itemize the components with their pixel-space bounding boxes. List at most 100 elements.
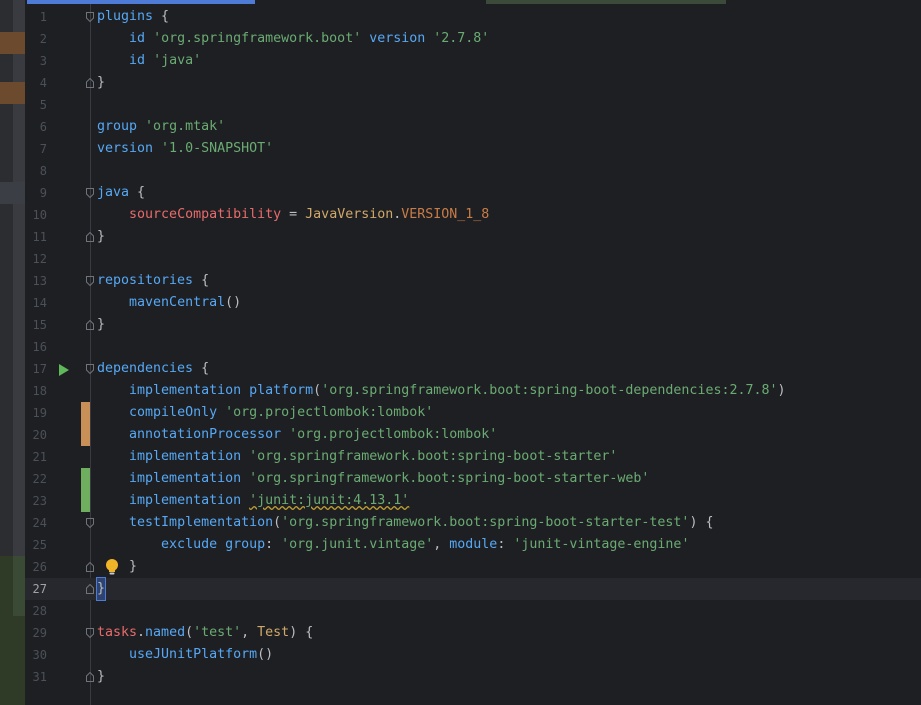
- code-line[interactable]: 18 implementation platform('org.springfr…: [25, 380, 921, 402]
- code-token: 'junit:junit:4.13.1': [249, 493, 410, 508]
- code-token: named: [145, 625, 186, 640]
- code-token: module: [449, 537, 498, 552]
- code-token: annotationProcessor: [129, 427, 290, 442]
- code-line[interactable]: 11}: [25, 226, 921, 248]
- line-number: 21: [32, 450, 47, 464]
- code-token: }: [97, 229, 106, 244]
- code-line[interactable]: 3 id 'java': [25, 50, 921, 72]
- code-line[interactable]: 7 version '1.0-SNAPSHOT': [25, 138, 921, 160]
- code-token: version: [361, 31, 434, 46]
- added-line-marker[interactable]: [81, 468, 90, 490]
- fold-open-icon[interactable]: [86, 12, 94, 22]
- line-number: 23: [32, 494, 47, 508]
- code-token: implementation: [129, 493, 250, 508]
- code-token: }: [95, 577, 107, 601]
- code-token: :: [265, 537, 282, 552]
- code-text: id 'java': [97, 50, 201, 72]
- code-text: testImplementation('org.springframework.…: [97, 512, 713, 534]
- fold-open-icon[interactable]: [86, 188, 94, 198]
- code-editor[interactable]: 1 plugins {2 id 'org.springframework.boot…: [0, 0, 921, 705]
- code-line[interactable]: 12: [25, 248, 921, 270]
- fold-open-icon[interactable]: [86, 518, 94, 528]
- code-line[interactable]: 9 java {: [25, 182, 921, 204]
- code-line[interactable]: 14 mavenCentral(): [25, 292, 921, 314]
- code-text: implementation 'org.springframework.boot…: [97, 468, 649, 490]
- code-line[interactable]: 31}: [25, 666, 921, 688]
- run-gutter-icon[interactable]: [58, 362, 70, 376]
- code-line[interactable]: 15}: [25, 314, 921, 336]
- code-line[interactable]: 25 exclude group: 'org.junit.vintage', m…: [25, 534, 921, 556]
- fold-open-icon[interactable]: [86, 364, 94, 374]
- fold-close-icon[interactable]: [86, 584, 94, 594]
- code-token: ,: [241, 625, 258, 640]
- line-number: 10: [32, 208, 47, 222]
- fold-open-icon[interactable]: [86, 276, 94, 286]
- code-text: id 'org.springframework.boot' version '2…: [97, 28, 489, 50]
- line-number: 11: [32, 230, 47, 244]
- code-line[interactable]: 8: [25, 160, 921, 182]
- code-token: }: [97, 317, 106, 332]
- code-line[interactable]: 28: [25, 600, 921, 622]
- code-line[interactable]: 6 group 'org.mtak': [25, 116, 921, 138]
- tool-strip-divider-green: [13, 556, 25, 616]
- lightbulb-icon[interactable]: [104, 558, 120, 576]
- code-line[interactable]: 21 implementation 'org.springframework.b…: [25, 446, 921, 468]
- fold-close-icon[interactable]: [86, 672, 94, 682]
- modified-line-marker[interactable]: [81, 424, 90, 446]
- code-token: (: [273, 515, 282, 530]
- fold-close-icon[interactable]: [86, 320, 94, 330]
- code-token: '2.7.8': [433, 31, 490, 46]
- code-line[interactable]: 29 tasks.named('test', Test) {: [25, 622, 921, 644]
- fold-close-icon[interactable]: [86, 78, 94, 88]
- code-token: repositories: [97, 273, 194, 288]
- code-line[interactable]: 27}: [25, 577, 921, 601]
- code-line[interactable]: 17 dependencies {: [25, 358, 921, 380]
- code-line[interactable]: 26 }: [25, 556, 921, 578]
- added-line-marker[interactable]: [81, 490, 90, 512]
- code-token: }: [97, 75, 106, 90]
- line-number: 15: [32, 318, 47, 332]
- fold-close-icon[interactable]: [86, 232, 94, 242]
- line-number: 17: [32, 362, 47, 376]
- code-text: implementation 'org.springframework.boot…: [97, 446, 617, 468]
- code-token: 'junit-vintage-engine': [513, 537, 690, 552]
- line-number: 25: [32, 538, 47, 552]
- code-token: exclude: [161, 537, 226, 552]
- tab-scroll-indicator: [27, 0, 255, 4]
- line-number: 29: [32, 626, 47, 640]
- code-line[interactable]: 13 repositories {: [25, 270, 921, 292]
- code-text: useJUnitPlatform(): [97, 644, 273, 666]
- code-text: compileOnly 'org.projectlombok:lombok': [97, 402, 433, 424]
- code-line[interactable]: 16: [25, 336, 921, 358]
- code-line[interactable]: 30 useJUnitPlatform(): [25, 644, 921, 666]
- code-line[interactable]: 2 id 'org.springframework.boot' version …: [25, 28, 921, 50]
- code-line[interactable]: 10 sourceCompatibility = JavaVersion.VER…: [25, 204, 921, 226]
- code-line[interactable]: 22 implementation 'org.springframework.b…: [25, 468, 921, 490]
- code-token: 'org.projectlombok:lombok': [289, 427, 498, 442]
- code-token: {: [153, 9, 170, 24]
- code-line[interactable]: 5: [25, 94, 921, 116]
- fold-open-icon[interactable]: [86, 628, 94, 638]
- code-token: JavaVersion: [305, 207, 394, 222]
- code-line[interactable]: 1 plugins {: [25, 6, 921, 28]
- code-text: group 'org.mtak': [97, 116, 225, 138]
- modified-line-marker[interactable]: [81, 402, 90, 424]
- code-line[interactable]: 4}: [25, 72, 921, 94]
- code-token: 'org.springframework.boot:spring-boot-de…: [321, 383, 778, 398]
- code-token: implementation: [129, 383, 250, 398]
- code-line[interactable]: 23 implementation 'junit:junit:4.13.1': [25, 490, 921, 512]
- code-text: }: [95, 577, 107, 601]
- code-token: VERSION_1_8: [401, 207, 490, 222]
- code-line[interactable]: 19 compileOnly 'org.projectlombok:lombok…: [25, 402, 921, 424]
- code-line[interactable]: 20 annotationProcessor 'org.projectlombo…: [25, 424, 921, 446]
- line-number: 2: [39, 32, 47, 46]
- code-text: exclude group: 'org.junit.vintage', modu…: [97, 534, 689, 556]
- code-line[interactable]: 24 testImplementation('org.springframewo…: [25, 512, 921, 534]
- code-token: (): [257, 647, 274, 662]
- fold-close-icon[interactable]: [86, 562, 94, 572]
